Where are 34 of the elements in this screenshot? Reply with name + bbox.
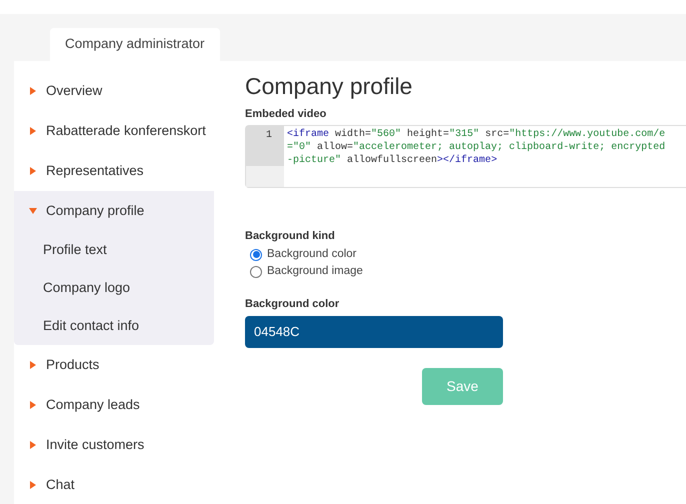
code-line: <iframe width="560" height="315" src="https://www.youtube.com/e <box>287 128 666 140</box>
sidebar-item[interactable]: Company leads <box>14 385 214 425</box>
caret-right-icon <box>29 441 37 449</box>
radio-option[interactable]: Background image <box>250 263 363 280</box>
color-input[interactable]: 04548C <box>245 316 503 348</box>
field-label: Background kind <box>245 228 335 244</box>
radio-button[interactable] <box>250 266 262 278</box>
sidebar-item[interactable]: Overview <box>14 71 214 111</box>
admin-tab[interactable]: Company administrator <box>50 28 220 61</box>
code-line: -picture" allowfullscreen></iframe> <box>287 154 498 166</box>
caret-right-icon <box>29 127 37 135</box>
caret-right-icon <box>29 87 37 95</box>
sidebar-subitem[interactable]: Profile text <box>14 231 214 269</box>
sidebar-item[interactable]: Rabatterade konferenskort <box>14 111 214 151</box>
sidebar-item[interactable]: Chat <box>14 465 214 504</box>
field-label: Background color <box>245 297 340 312</box>
code-line: ="0" allow="accelerometer; autoplay; clipboard-write; encrypted <box>287 140 666 154</box>
code-editor[interactable]: 1 <iframe width="560" height="315" src="https://www.youtube.com/e ="0" allow="accelerometer; autoplay; clipboard-write; encrypted -picture" allowfullscreen></iframe> <box>245 124 686 188</box>
caret-right-icon <box>29 167 37 175</box>
caret-right-icon <box>29 361 37 369</box>
sidebar-item[interactable]: Invite customers <box>14 425 214 465</box>
sidebar-item[interactable]: Representatives <box>14 151 214 191</box>
caret-down-icon <box>29 207 37 215</box>
sidebar-item[interactable]: Products <box>14 345 214 385</box>
caret-right-icon <box>29 481 37 489</box>
page-title: Company profile <box>245 72 412 101</box>
sidebar-item[interactable]: Company profile <box>14 191 214 231</box>
sidebar-subitem[interactable]: Edit contact info <box>14 307 214 345</box>
caret-right-icon <box>29 401 37 409</box>
sidebar-subitem[interactable]: Company logo <box>14 269 214 307</box>
line-number: 1 <box>246 126 284 166</box>
field-label: Embeded video <box>245 107 326 122</box>
radio-button[interactable] <box>250 248 262 260</box>
radio-option[interactable]: Background color <box>250 246 356 263</box>
